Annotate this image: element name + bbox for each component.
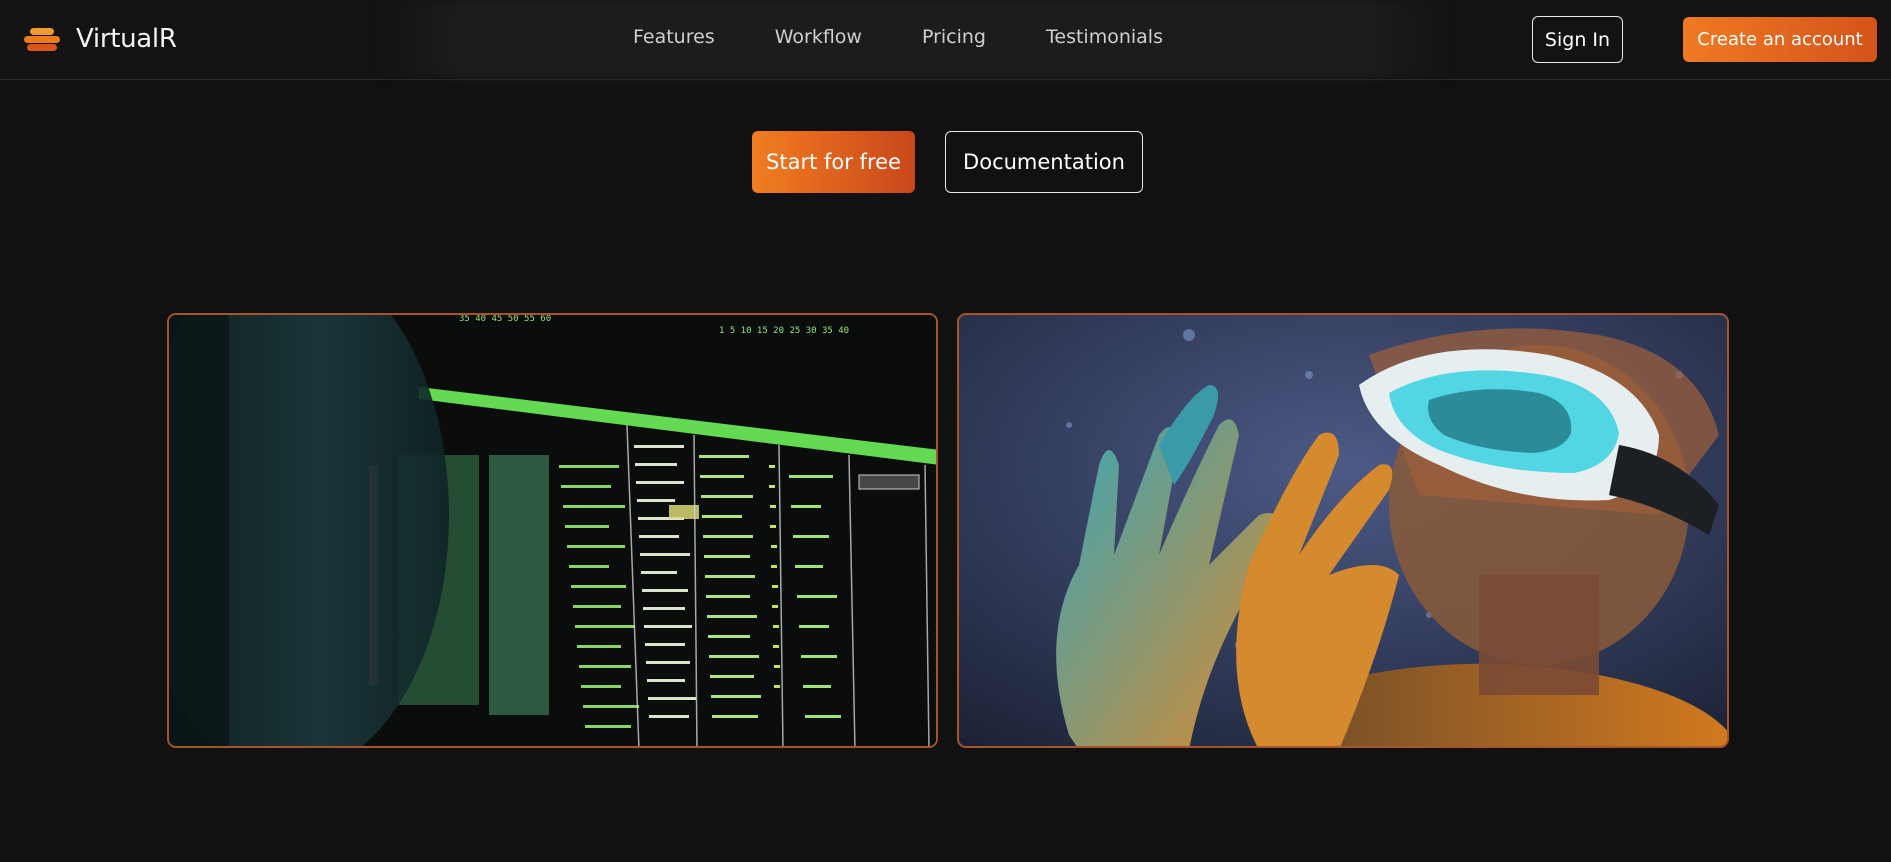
documentation-button[interactable]: Documentation [945, 131, 1143, 193]
terminal-illustration: 35 40 45 50 55 60 1 5 10 15 20 25 30 35 … [169, 315, 936, 746]
nav-link-workflow[interactable]: Workflow [775, 26, 862, 52]
nav-link-features[interactable]: Features [633, 26, 715, 52]
terminal-code-image: 35 40 45 50 55 60 1 5 10 15 20 25 30 35 … [167, 313, 938, 748]
nav-link-pricing[interactable]: Pricing [922, 26, 986, 52]
nav-links: Features Workflow Pricing Testimonials [633, 26, 1223, 52]
navbar: VirtualR Features Workflow Pricing Testi… [0, 0, 1891, 80]
nav-link-testimonials[interactable]: Testimonials [1046, 26, 1163, 52]
vr-illustration [959, 315, 1727, 746]
svg-text:35 40 45 50 55 60: 35 40 45 50 55 60 [459, 315, 551, 324]
brand-name: VirtualR [76, 24, 177, 54]
vr-headset-image [957, 313, 1729, 748]
sign-in-button[interactable]: Sign In [1532, 16, 1623, 63]
create-account-button[interactable]: Create an account [1683, 17, 1877, 62]
start-free-button[interactable]: Start for free [752, 131, 915, 193]
layered-disc-icon [22, 22, 62, 56]
brand[interactable]: VirtualR [22, 20, 177, 58]
svg-text:1 5 10 15 20 25 30 35: 1 5 10 15 20 25 30 35 40 [719, 326, 849, 336]
